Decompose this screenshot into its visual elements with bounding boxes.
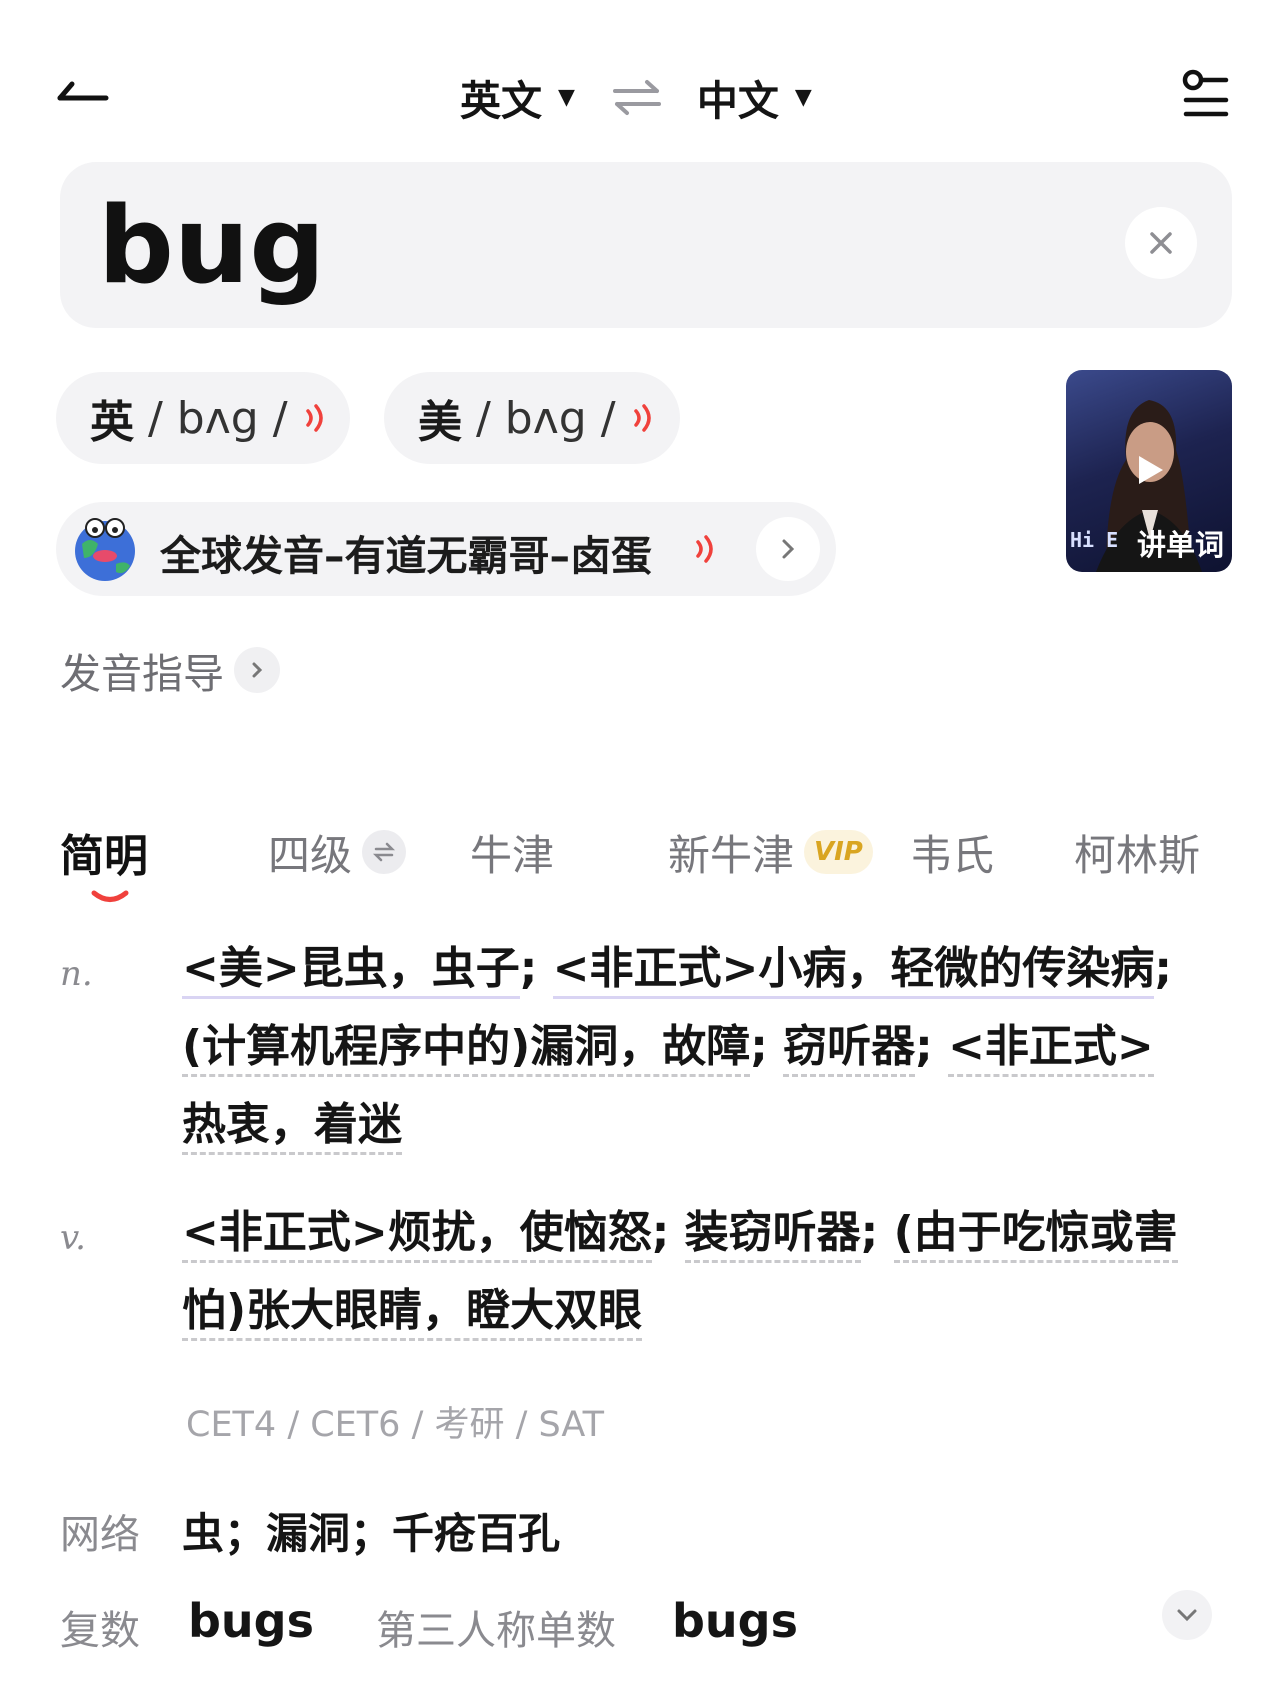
back-arrow-icon[interactable] <box>56 74 116 114</box>
speaker-icon <box>305 404 323 432</box>
plural-label: 复数 <box>60 1608 140 1654</box>
search-box <box>60 162 1232 328</box>
uk-region-label: 英 <box>90 397 134 448</box>
chevron-down-icon: ▼ <box>558 84 575 110</box>
speaker-icon <box>633 404 651 432</box>
us-phonetic: / bʌg / <box>476 392 616 444</box>
separator: ; <box>1154 943 1172 994</box>
video-label: 讲单词 <box>1136 528 1224 562</box>
target-language-select[interactable]: 中文 ▼ <box>697 67 812 127</box>
definition-sense[interactable]: 窃听器 <box>783 1021 916 1077</box>
tab-new-oxford[interactable]: 新牛津 VIP <box>668 822 873 882</box>
tab-label: 四级 <box>268 830 353 880</box>
us-region-label: 美 <box>418 397 462 448</box>
tab-label: 牛津 <box>470 830 555 880</box>
uk-pronunciation-button[interactable]: 英 / bʌg / <box>56 372 350 464</box>
part-of-speech-verb: v. <box>60 1218 86 1258</box>
tab-concise[interactable]: 简明 <box>60 822 148 882</box>
definition-sense[interactable]: (计算机程序中的)漏洞，故障 <box>182 1021 751 1077</box>
tab-oxford[interactable]: 牛津 <box>470 822 554 882</box>
web-definition-value: 虫；漏洞；千疮百孔 <box>182 1509 561 1558</box>
globe-mascot-avatar <box>75 518 135 581</box>
third-person-singular-label: 第三人称单数 <box>376 1608 616 1654</box>
tab-label: 韦氏 <box>910 830 995 880</box>
definition-sense[interactable]: <美>昆虫，虫子 <box>182 943 520 999</box>
active-tab-indicator <box>91 890 129 902</box>
exam-tags: CET4 / CET6 / 考研 / SAT <box>186 1405 605 1445</box>
word-video-card[interactable]: Hi E 讲单词 <box>1066 370 1232 572</box>
pronunciation-guide-link[interactable]: 发音指导 <box>60 642 280 698</box>
settings-sliders-icon[interactable] <box>1180 68 1232 120</box>
swap-languages-icon[interactable] <box>611 77 663 117</box>
separator: ; <box>519 943 553 994</box>
verb-definition: <非正式>烦扰，使恼怒; 装窃听器; (由于吃惊或害怕)张大眼睛，瞪大双眼 <box>182 1194 1182 1350</box>
video-watermark: Hi E <box>1070 528 1119 552</box>
target-language-label: 中文 <box>696 77 779 125</box>
chevron-down-icon <box>1177 1609 1197 1622</box>
chevron-right-icon <box>234 647 280 693</box>
third-person-singular-value[interactable]: bugs <box>672 1594 798 1648</box>
uk-phonetic: / bʌg / <box>148 392 288 444</box>
search-input[interactable] <box>98 172 1098 318</box>
play-icon <box>1139 456 1163 484</box>
global-pronunciation-button[interactable]: 全球发音–有道无霸哥–卤蛋 <box>56 502 836 596</box>
definition-sense[interactable]: 装窃听器 <box>684 1207 861 1263</box>
chevron-right-icon <box>756 517 820 581</box>
source-language-label: 英文 <box>460 77 542 125</box>
close-icon <box>1150 232 1172 254</box>
tab-webster[interactable]: 韦氏 <box>910 822 994 882</box>
tab-label: 柯林斯 <box>1074 830 1201 880</box>
chevron-down-icon: ▼ <box>794 84 812 110</box>
pronunciation-guide-label: 发音指导 <box>60 650 224 698</box>
noun-definition: <美>昆虫，虫子; <非正式>小病，轻微的传染病; (计算机程序中的)漏洞，故障… <box>182 930 1182 1164</box>
us-pronunciation-button[interactable]: 美 / bʌg / <box>384 372 680 464</box>
switch-icon <box>362 830 407 874</box>
plural-value[interactable]: bugs <box>188 1594 314 1648</box>
definition-sense[interactable]: <非正式>小病，轻微的传染病 <box>552 943 1155 999</box>
separator: ; <box>750 1021 784 1072</box>
tab-label: 简明 <box>60 831 148 882</box>
separator: ; <box>915 1021 949 1072</box>
web-definition-label: 网络 <box>60 1512 140 1558</box>
tab-cet4[interactable]: 四级 <box>268 822 407 882</box>
vip-badge: VIP <box>804 830 873 874</box>
expand-more-button[interactable] <box>1162 1590 1212 1640</box>
dictionary-tabs: 简明 四级 牛津 新牛津 VIP 韦氏 柯林斯 <box>0 822 1280 922</box>
speaker-icon <box>696 535 713 563</box>
clear-search-button[interactable] <box>1125 207 1197 279</box>
part-of-speech-noun: n. <box>60 954 93 994</box>
tab-collins[interactable]: 柯林斯 <box>1074 822 1200 882</box>
tab-label: 新牛津 <box>668 830 795 880</box>
definition-sense[interactable]: <非正式>烦扰，使恼怒 <box>182 1207 652 1263</box>
language-switcher: 英文 ▼ 中文 ▼ <box>460 62 812 132</box>
separator: ; <box>651 1207 685 1258</box>
global-pronunciation-label: 全球发音–有道无霸哥–卤蛋 <box>160 532 652 580</box>
separator: ; <box>860 1207 894 1258</box>
source-language-select[interactable]: 英文 ▼ <box>460 67 575 127</box>
